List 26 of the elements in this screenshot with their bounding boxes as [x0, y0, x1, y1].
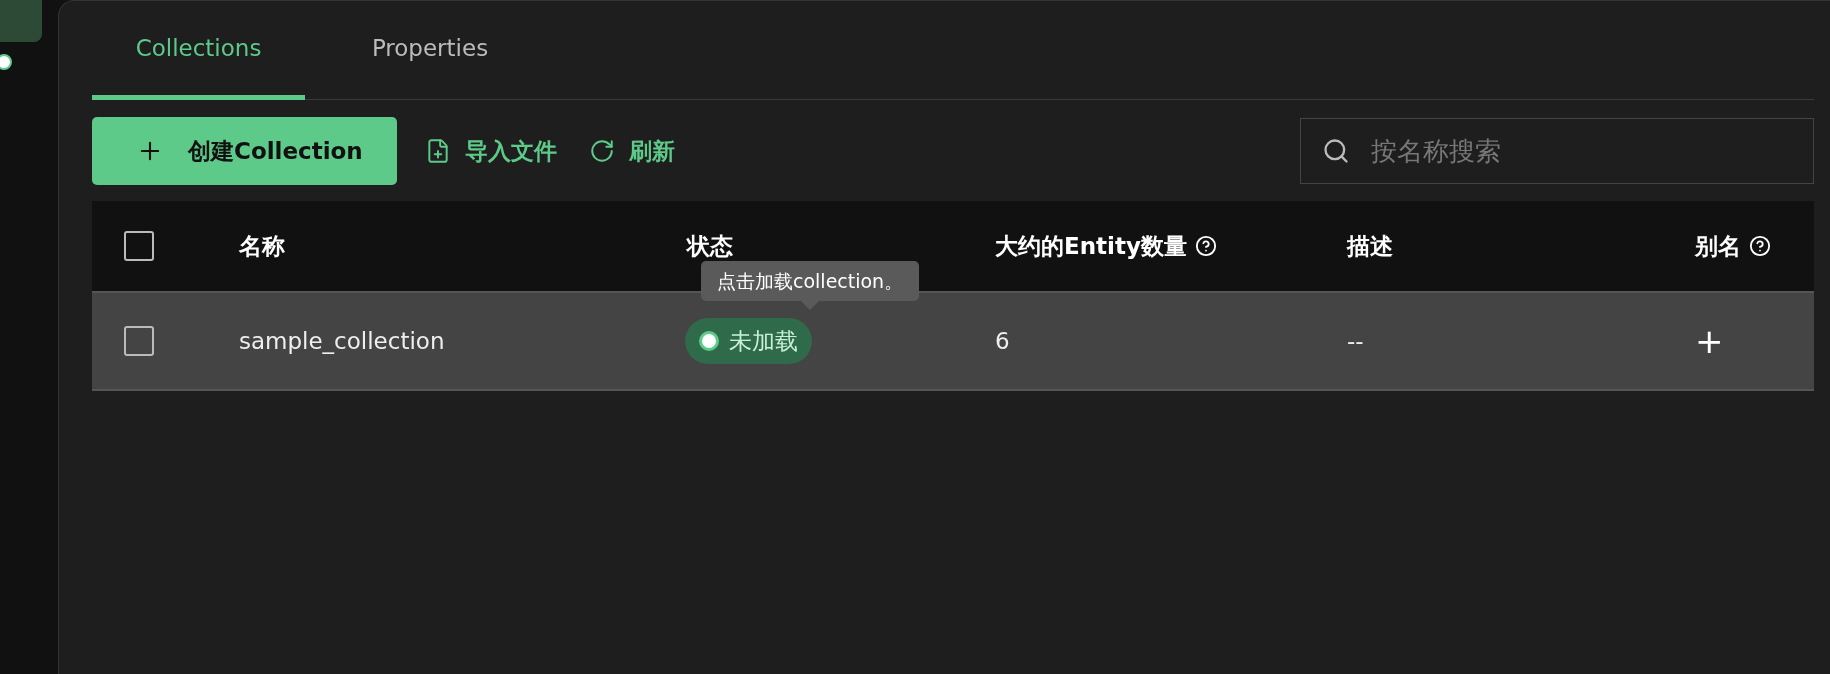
help-icon[interactable]	[1749, 235, 1771, 257]
sidebar-dot[interactable]	[0, 54, 12, 70]
status-dot	[699, 331, 719, 351]
checkbox[interactable]	[124, 231, 154, 261]
column-header: 名称	[239, 231, 285, 261]
column-header: 描述	[1347, 231, 1393, 261]
tab[interactable]: Properties	[305, 1, 555, 100]
table-row[interactable]: sample_collection 未加载 6 -- +	[92, 293, 1814, 391]
create-button[interactable]: 创建Collection	[92, 117, 397, 185]
status-badge[interactable]: 未加载	[685, 318, 812, 364]
search-field[interactable]: 按名称搜索	[1300, 118, 1814, 184]
toolbar-button[interactable]: 导入文件	[420, 135, 561, 167]
refresh-icon	[588, 138, 615, 164]
checkbox[interactable]	[124, 326, 154, 356]
toolbar-button[interactable]: 刷新	[584, 135, 679, 167]
table-cell-text: --	[1347, 328, 1365, 354]
add-alias-button[interactable]: +	[1695, 321, 1724, 361]
help-icon[interactable]	[1194, 235, 1217, 257]
tooltip: 点击加载collection。	[701, 261, 920, 301]
search-icon	[1322, 137, 1350, 165]
table-cell-text: sample_collection	[239, 328, 446, 354]
tab[interactable]: Collections	[92, 1, 305, 100]
column-header: 大约的Entity数量	[995, 231, 1187, 261]
column-header: 别名	[1695, 231, 1741, 261]
column-header: 状态	[687, 231, 733, 261]
table-cell-text: 6	[995, 328, 1011, 354]
